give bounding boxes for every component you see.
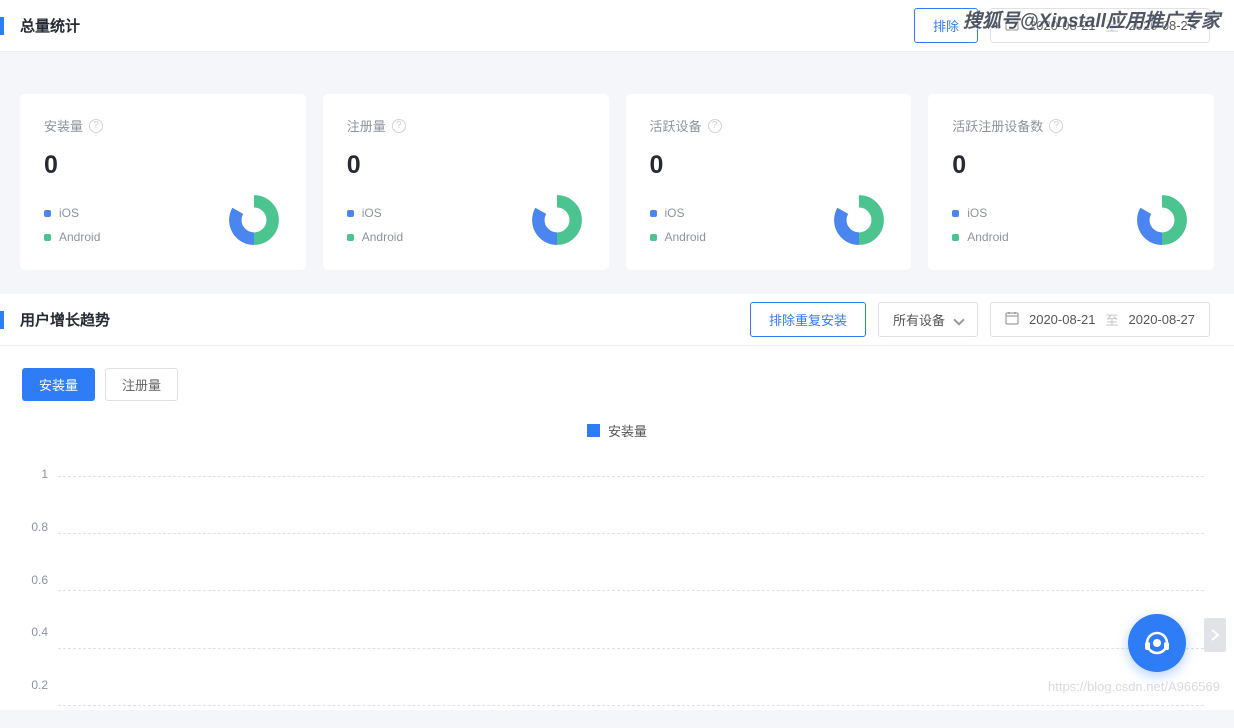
stat-title: 活跃设备 ? xyxy=(650,116,888,135)
stat-title-text: 注册量 xyxy=(347,116,386,135)
help-icon[interactable]: ? xyxy=(1049,119,1063,133)
legend-android-label: Android xyxy=(362,230,403,244)
watermark-bottom: https://blog.csdn.net/A966569 xyxy=(1048,679,1220,694)
stat-bottom: iOS Android xyxy=(650,192,888,248)
watermark-top: 搜狐号@Xinstall应用推广专家 xyxy=(963,6,1220,33)
legend-square xyxy=(587,424,600,437)
date-start: 2020-08-21 xyxy=(1029,312,1096,327)
legend-ios-label: iOS xyxy=(665,206,685,220)
donut-chart xyxy=(1134,192,1190,248)
chart-body: 1 0.8 0.6 0.4 0.2 xyxy=(0,450,1234,710)
stat-value: 0 xyxy=(952,151,1190,180)
legend-dot-ios xyxy=(44,210,51,217)
tab-register[interactable]: 注册量 xyxy=(105,368,178,401)
stat-legend: iOS Android xyxy=(650,196,706,244)
date-end: 2020-08-27 xyxy=(1129,312,1196,327)
legend-android-label: Android xyxy=(967,230,1008,244)
legend-dot-ios xyxy=(952,210,959,217)
stat-legend: iOS Android xyxy=(347,196,403,244)
legend-android: Android xyxy=(952,230,1008,244)
legend-ios-label: iOS xyxy=(362,206,382,220)
section-title-wrap: 用户增长趋势 xyxy=(0,309,110,330)
legend-android: Android xyxy=(347,230,403,244)
legend-ios: iOS xyxy=(650,206,706,220)
legend-dot-android xyxy=(650,234,657,241)
stat-card-install: 安装量 ? 0 iOS Android xyxy=(20,94,306,270)
stat-value: 0 xyxy=(347,151,585,180)
legend-android: Android xyxy=(44,230,100,244)
header-controls: 排除重复安装 所有设备 2020-08-21 至 2020-08-27 xyxy=(750,302,1210,337)
calendar-icon xyxy=(1005,311,1019,328)
stat-card-active: 活跃设备 ? 0 iOS Android xyxy=(626,94,912,270)
legend-android-label: Android xyxy=(665,230,706,244)
date-sep: 至 xyxy=(1105,310,1118,329)
stat-bottom: iOS Android xyxy=(952,192,1190,248)
stat-value: 0 xyxy=(44,151,282,180)
legend-ios-label: iOS xyxy=(967,206,987,220)
stat-title-text: 活跃注册设备数 xyxy=(952,116,1043,135)
grid-line xyxy=(58,648,1204,649)
device-select-label: 所有设备 xyxy=(893,310,945,329)
legend-dot-android xyxy=(347,234,354,241)
legend-dot-ios xyxy=(650,210,657,217)
stat-legend: iOS Android xyxy=(952,196,1008,244)
donut-chart xyxy=(831,192,887,248)
growth-trend-title: 用户增长趋势 xyxy=(20,309,110,330)
stat-value: 0 xyxy=(650,151,888,180)
legend-ios: iOS xyxy=(44,206,100,220)
stat-title-text: 安装量 xyxy=(44,116,83,135)
stat-card-active-register: 活跃注册设备数 ? 0 iOS Android xyxy=(928,94,1214,270)
date-range-picker[interactable]: 2020-08-21 至 2020-08-27 xyxy=(990,302,1210,337)
donut-chart xyxy=(529,192,585,248)
legend-android-label: Android xyxy=(59,230,100,244)
title-bar xyxy=(0,17,4,35)
chart-tabs: 安装量 注册量 xyxy=(0,346,1234,411)
stat-card-register: 注册量 ? 0 iOS Android xyxy=(323,94,609,270)
nav-arrow-right[interactable] xyxy=(1204,618,1226,652)
growth-trend-section: 用户增长趋势 排除重复安装 所有设备 2020-08-21 至 2020-08-… xyxy=(0,294,1234,710)
tab-install[interactable]: 安装量 xyxy=(22,368,95,401)
y-tick: 0.8 xyxy=(31,520,48,534)
legend-dot-ios xyxy=(347,210,354,217)
chart-legend-label: 安装量 xyxy=(608,421,647,440)
stat-bottom: iOS Android xyxy=(44,192,282,248)
legend-dot-android xyxy=(952,234,959,241)
grid-line xyxy=(58,533,1204,534)
stats-grid: 安装量 ? 0 iOS Android 注册量 ? 0 iOS Android xyxy=(0,70,1234,294)
stat-title: 活跃注册设备数 ? xyxy=(952,116,1190,135)
y-tick: 1 xyxy=(41,467,48,481)
legend-ios-label: iOS xyxy=(59,206,79,220)
support-chat-button[interactable] xyxy=(1128,614,1186,672)
grid-line xyxy=(58,590,1204,591)
legend-dot-android xyxy=(44,234,51,241)
stat-bottom: iOS Android xyxy=(347,192,585,248)
y-axis: 1 0.8 0.6 0.4 0.2 xyxy=(0,450,54,690)
help-icon[interactable]: ? xyxy=(708,119,722,133)
y-tick: 0.2 xyxy=(31,678,48,692)
stat-title-text: 活跃设备 xyxy=(650,116,702,135)
chevron-down-icon xyxy=(953,314,964,325)
legend-ios: iOS xyxy=(347,206,403,220)
donut-chart xyxy=(226,192,282,248)
exclude-duplicate-button[interactable]: 排除重复安装 xyxy=(750,302,866,337)
legend-ios: iOS xyxy=(952,206,1008,220)
title-bar xyxy=(0,311,4,329)
y-tick: 0.6 xyxy=(31,573,48,587)
chevron-right-icon xyxy=(1210,628,1220,642)
y-tick: 0.4 xyxy=(31,625,48,639)
total-stats-title: 总量统计 xyxy=(20,15,80,36)
legend-android: Android xyxy=(650,230,706,244)
grid-line xyxy=(58,476,1204,477)
help-icon[interactable]: ? xyxy=(89,119,103,133)
growth-trend-header: 用户增长趋势 排除重复安装 所有设备 2020-08-21 至 2020-08-… xyxy=(0,294,1234,346)
section-title-wrap: 总量统计 xyxy=(0,15,80,36)
help-icon[interactable]: ? xyxy=(392,119,406,133)
stat-title: 注册量 ? xyxy=(347,116,585,135)
stat-title: 安装量 ? xyxy=(44,116,282,135)
stat-legend: iOS Android xyxy=(44,196,100,244)
device-select[interactable]: 所有设备 xyxy=(878,302,978,337)
headset-icon xyxy=(1142,628,1172,658)
chart-legend: 安装量 xyxy=(0,411,1234,450)
